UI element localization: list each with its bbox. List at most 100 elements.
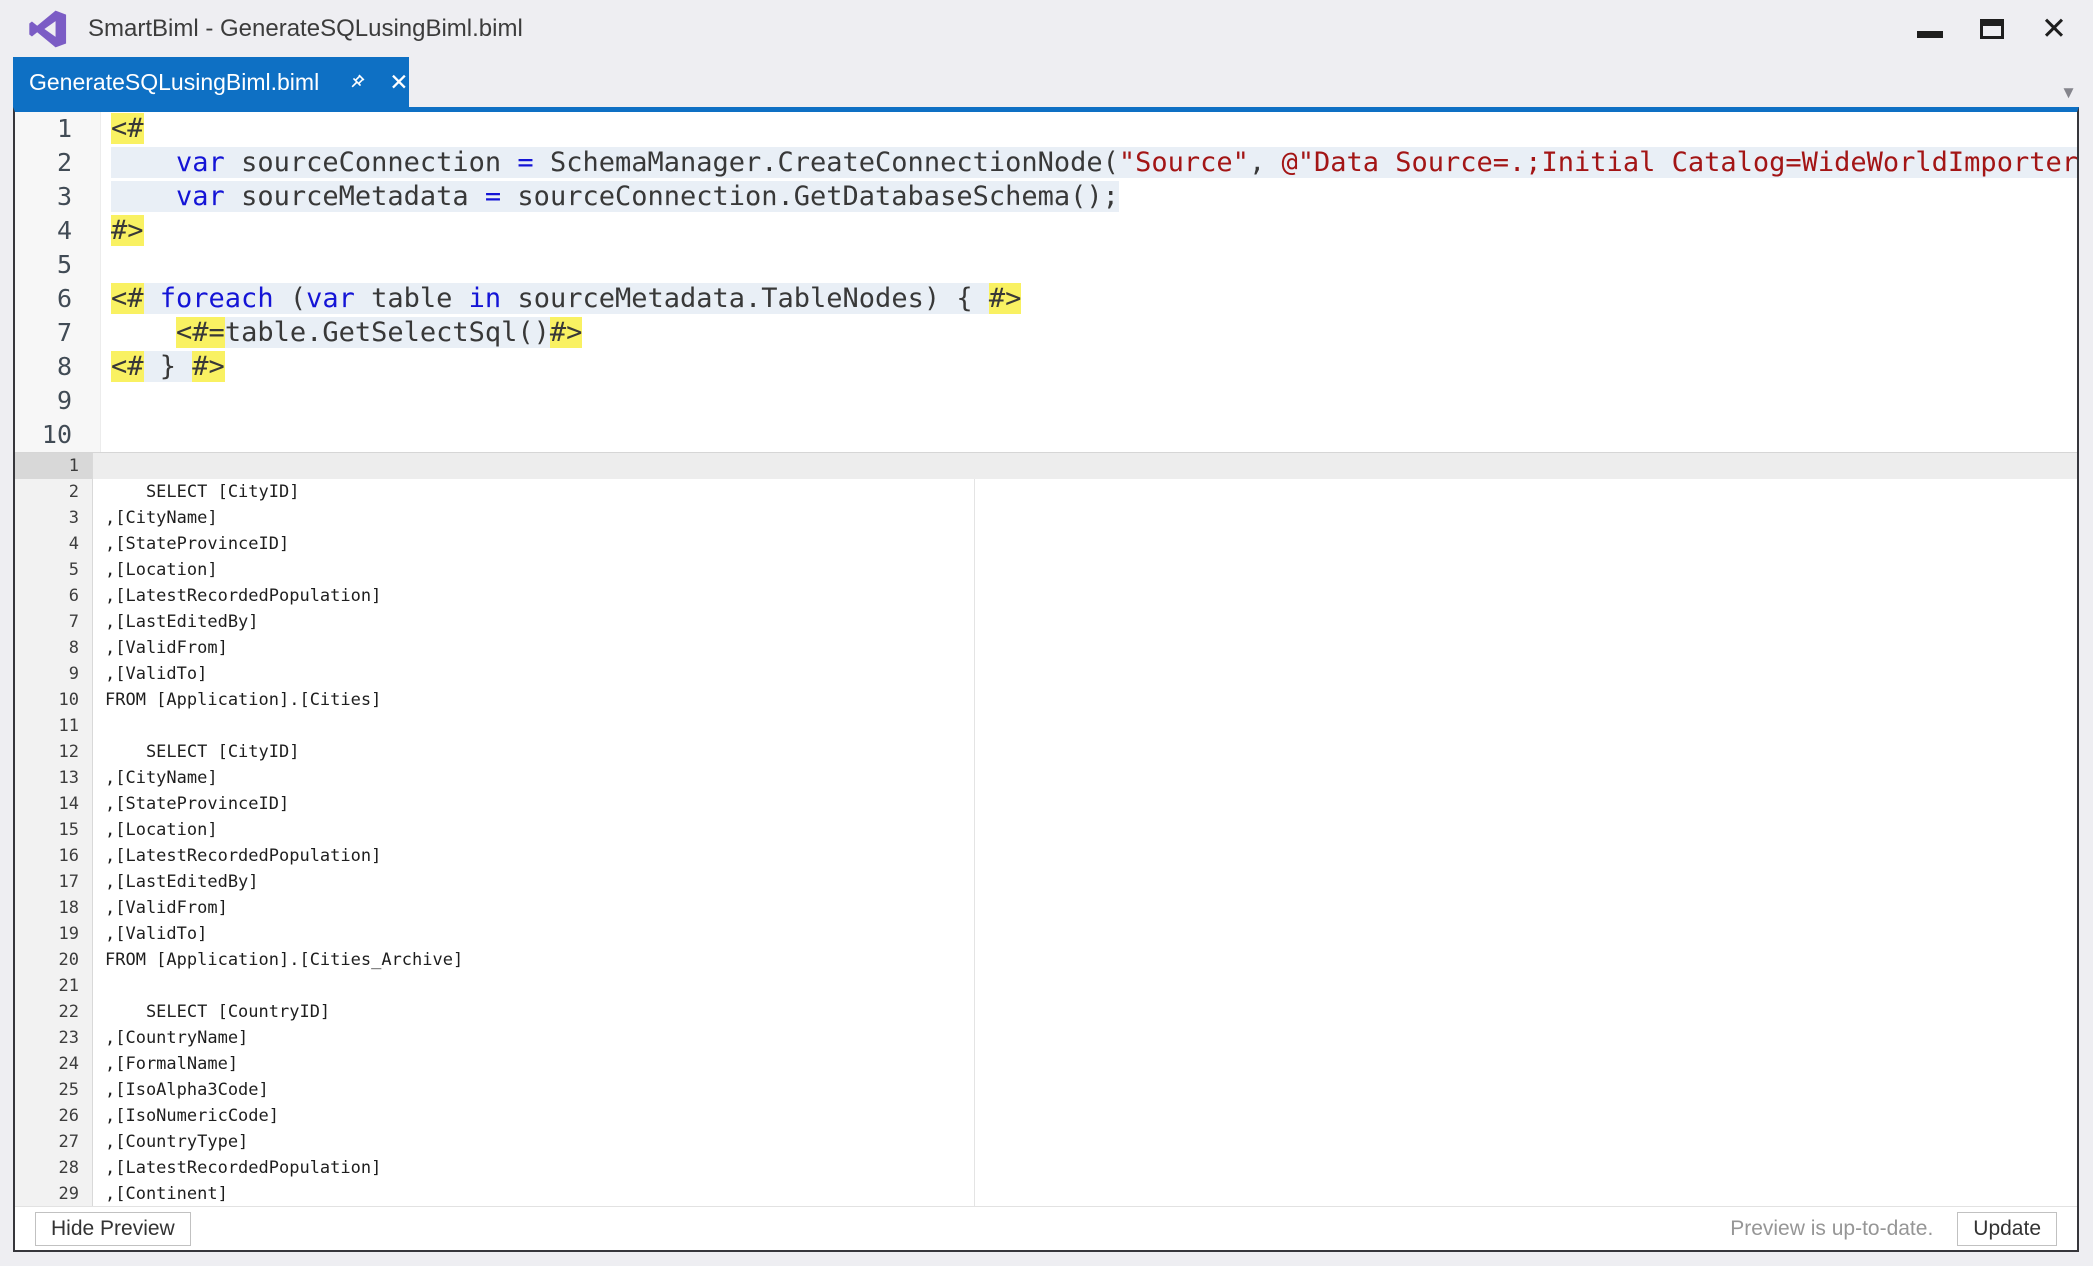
- code-token: =: [485, 181, 501, 212]
- preview-line[interactable]: ,[Location]: [93, 817, 2077, 843]
- preview-line[interactable]: ,[StateProvinceID]: [93, 531, 2077, 557]
- preview-line-number: 24: [15, 1051, 92, 1077]
- preview-line[interactable]: ,[LatestRecordedPopulation]: [93, 583, 2077, 609]
- preview-line[interactable]: ,[CountryName]: [93, 1025, 2077, 1051]
- preview-line[interactable]: ,[LatestRecordedPopulation]: [93, 1155, 2077, 1181]
- editor-line-number: 7: [15, 316, 100, 350]
- code-token: sourceConnection.GetDatabaseSchema();: [501, 181, 1119, 212]
- preview-line[interactable]: ,[CityName]: [93, 765, 2077, 791]
- preview-line[interactable]: ,[ValidTo]: [93, 921, 2077, 947]
- code-token: <#=: [176, 317, 225, 348]
- preview-line-number: 19: [15, 921, 92, 947]
- editor-line[interactable]: [101, 384, 2077, 418]
- editor-line[interactable]: var sourceConnection = SchemaManager.Cre…: [101, 146, 2077, 180]
- preview-line[interactable]: FROM [Application].[Cities_Archive]: [93, 947, 2077, 973]
- preview-line[interactable]: [93, 713, 2077, 739]
- preview-line-number: 9: [15, 661, 92, 687]
- preview-line-number: 2: [15, 479, 92, 505]
- code-token: var: [306, 283, 355, 314]
- code-token: sourceMetadata.TableNodes) {: [501, 283, 989, 314]
- code-token: <#: [111, 283, 144, 314]
- code-token: SchemaManager.CreateConnectionNode(: [534, 147, 1119, 178]
- maximize-button[interactable]: [1961, 0, 2023, 56]
- editor-line[interactable]: <#: [101, 112, 2077, 146]
- code-token: }: [144, 351, 193, 382]
- editor-line-number-gutter: 12345678910: [15, 112, 101, 452]
- tab-generatesqlusingbiml[interactable]: GenerateSQLusingBiml.biml ✕: [13, 57, 409, 107]
- editor-line[interactable]: #>: [101, 214, 2077, 248]
- preview-line[interactable]: ,[CountryType]: [93, 1129, 2077, 1155]
- editor-line[interactable]: [101, 418, 2077, 452]
- preview-line[interactable]: SELECT [CityID]: [93, 739, 2077, 765]
- code-token: #>: [989, 283, 1022, 314]
- code-token: #>: [192, 351, 225, 382]
- preview-line[interactable]: SELECT [CityID]: [93, 479, 2077, 505]
- preview-line[interactable]: SELECT [CountryID]: [93, 999, 2077, 1025]
- preview-line[interactable]: ,[ValidFrom]: [93, 895, 2077, 921]
- preview-line-number: 13: [15, 765, 92, 791]
- code-token: [111, 317, 176, 348]
- preview-status-text: Preview is up-to-date.: [1730, 1217, 1933, 1241]
- document-frame: 12345678910 <# var sourceConnection = Sc…: [13, 107, 2079, 1252]
- code-token: <#: [111, 113, 144, 144]
- preview-line-number: 27: [15, 1129, 92, 1155]
- hide-preview-button[interactable]: Hide Preview: [35, 1212, 191, 1246]
- tab-close-icon[interactable]: ✕: [389, 71, 408, 94]
- window-title: SmartBiml - GenerateSQLusingBiml.biml: [88, 0, 523, 57]
- preview-line[interactable]: ,[CityName]: [93, 505, 2077, 531]
- preview-line-number: 14: [15, 791, 92, 817]
- code-token: var: [176, 147, 225, 178]
- preview-line[interactable]: ,[StateProvinceID]: [93, 791, 2077, 817]
- preview-line-number: 17: [15, 869, 92, 895]
- preview-line-number: 29: [15, 1181, 92, 1206]
- preview-line[interactable]: ,[LastEditedBy]: [93, 609, 2077, 635]
- code-token: ,: [1249, 147, 1282, 178]
- preview-line[interactable]: ,[FormalName]: [93, 1051, 2077, 1077]
- tab-label: GenerateSQLusingBiml.biml: [29, 69, 319, 96]
- preview-line-number: 5: [15, 557, 92, 583]
- app-window: SmartBiml - GenerateSQLusingBiml.biml ✕ …: [0, 0, 2093, 1266]
- preview-line[interactable]: [93, 973, 2077, 999]
- preview-line[interactable]: ,[IsoAlpha3Code]: [93, 1077, 2077, 1103]
- pin-icon[interactable]: [347, 72, 367, 92]
- close-button[interactable]: ✕: [2023, 0, 2085, 56]
- preview-line[interactable]: ,[Continent]: [93, 1181, 2077, 1206]
- code-token: [111, 147, 176, 178]
- code-token: #>: [550, 317, 583, 348]
- editor-line-number: 9: [15, 384, 100, 418]
- editor-line[interactable]: [101, 248, 2077, 282]
- preview-line-number: 21: [15, 973, 92, 999]
- preview-line[interactable]: ,[LatestRecordedPopulation]: [93, 843, 2077, 869]
- preview-line-number: 6: [15, 583, 92, 609]
- biml-code-area[interactable]: <# var sourceConnection = SchemaManager.…: [101, 112, 2077, 452]
- editor-line[interactable]: <# foreach (var table in sourceMetadata.…: [101, 282, 2077, 316]
- biml-editor-pane[interactable]: 12345678910 <# var sourceConnection = Sc…: [15, 112, 2077, 452]
- preview-line[interactable]: [93, 453, 2077, 479]
- code-token: table: [355, 283, 469, 314]
- tab-strip: GenerateSQLusingBiml.biml ✕ ▼: [0, 57, 2093, 107]
- preview-line[interactable]: ,[Location]: [93, 557, 2077, 583]
- tab-list-dropdown-icon[interactable]: ▼: [2060, 83, 2077, 103]
- editor-line[interactable]: <#=table.GetSelectSql()#>: [101, 316, 2077, 350]
- preview-line[interactable]: ,[LastEditedBy]: [93, 869, 2077, 895]
- preview-line-number: 4: [15, 531, 92, 557]
- preview-toolbar: Hide Preview Preview is up-to-date. Upda…: [15, 1206, 2077, 1250]
- preview-line[interactable]: ,[ValidTo]: [93, 661, 2077, 687]
- preview-line-number: 26: [15, 1103, 92, 1129]
- update-button[interactable]: Update: [1957, 1212, 2057, 1246]
- sql-preview-pane[interactable]: 1234567891011121314151617181920212223242…: [15, 453, 2077, 1206]
- preview-line[interactable]: FROM [Application].[Cities]: [93, 687, 2077, 713]
- preview-line[interactable]: ,[ValidFrom]: [93, 635, 2077, 661]
- minimize-button[interactable]: [1899, 0, 1961, 56]
- editor-line-number: 6: [15, 282, 100, 316]
- editor-line[interactable]: <# } #>: [101, 350, 2077, 384]
- preview-line-number: 25: [15, 1077, 92, 1103]
- code-token: (: [274, 283, 307, 314]
- code-token: [111, 181, 176, 212]
- sql-preview-area[interactable]: SELECT [CityID],[CityName],[StateProvinc…: [93, 453, 2077, 1206]
- editor-line[interactable]: var sourceMetadata = sourceConnection.Ge…: [101, 180, 2077, 214]
- preview-line-number: 22: [15, 999, 92, 1025]
- preview-line[interactable]: ,[IsoNumericCode]: [93, 1103, 2077, 1129]
- editor-line-number: 4: [15, 214, 100, 248]
- code-token: =: [517, 147, 533, 178]
